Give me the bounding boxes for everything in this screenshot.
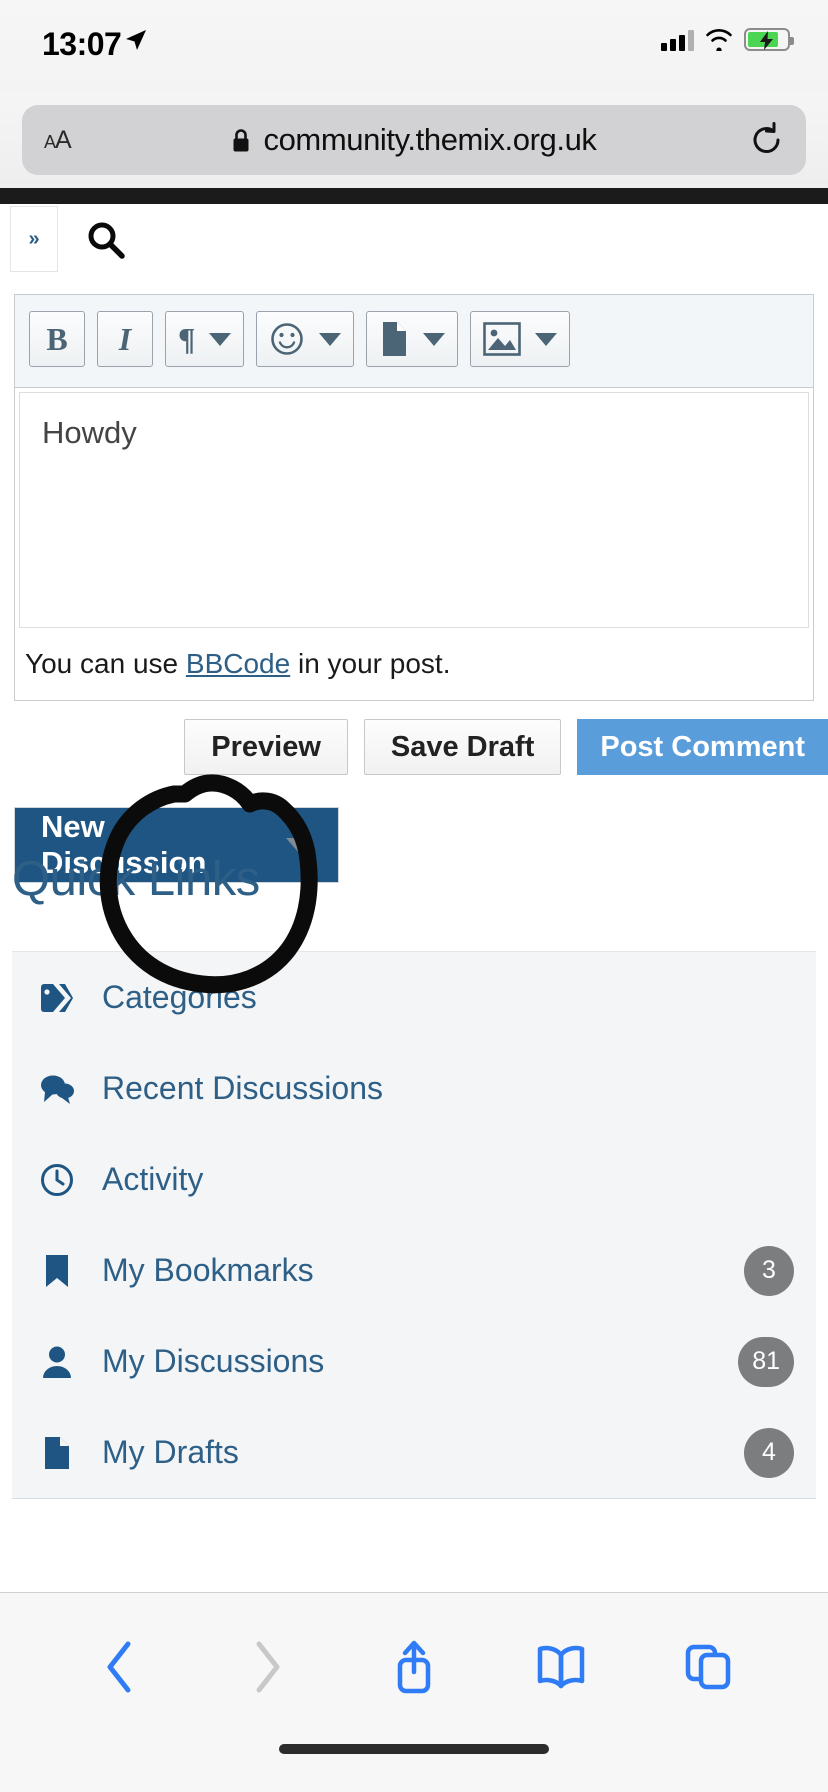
- status-badge: 81: [738, 1336, 794, 1387]
- web-page-content: » B I ¶ Howdy You can use BBCode in your…: [0, 204, 828, 1592]
- comments-icon: [38, 1073, 76, 1105]
- phone-screen: 13:07 AA community.themix.org.uk » B I ¶…: [0, 0, 828, 1792]
- bold-button[interactable]: B: [29, 311, 85, 367]
- image-icon: [483, 322, 522, 356]
- bbcode-link[interactable]: BBCode: [186, 648, 290, 679]
- pilcrow-icon: ¶: [178, 320, 196, 357]
- share-icon: [397, 1640, 431, 1693]
- paragraph-format-button[interactable]: ¶: [165, 311, 245, 367]
- bookmarks-button[interactable]: [488, 1645, 635, 1689]
- bbcode-hint-suffix: in your post.: [290, 648, 451, 679]
- editor-toolbar: B I ¶: [15, 295, 813, 388]
- document-icon: [38, 1436, 76, 1470]
- sidebar-item-my-bookmarks[interactable]: My Bookmarks 3: [12, 1225, 816, 1316]
- cellular-signal-icon: [661, 29, 694, 51]
- search-button[interactable]: [84, 218, 128, 262]
- status-indicators: [661, 28, 794, 51]
- status-badge: 3: [744, 1245, 794, 1296]
- emoji-button[interactable]: [256, 311, 355, 367]
- insert-image-button[interactable]: [470, 311, 571, 367]
- url-text: community.themix.org.uk: [263, 122, 597, 157]
- sidebar-item-activity[interactable]: Activity: [12, 1134, 816, 1225]
- back-button[interactable]: [46, 1639, 193, 1695]
- share-button[interactable]: [340, 1638, 487, 1696]
- bbcode-hint-prefix: You can use: [25, 648, 186, 679]
- sidebar-item-label: My Drafts: [102, 1434, 239, 1470]
- forward-chevron-icon: [256, 1641, 280, 1692]
- preview-button[interactable]: Preview: [184, 719, 348, 775]
- wifi-icon: [706, 29, 732, 51]
- site-navigation-bar: »: [0, 204, 828, 276]
- file-icon: [383, 322, 407, 356]
- safari-bottom-toolbar: [0, 1592, 828, 1740]
- home-indicator-area: [0, 1740, 828, 1792]
- chevron-down-icon: [209, 332, 232, 346]
- post-comment-button[interactable]: Post Comment: [577, 719, 828, 775]
- sidebar-item-label: My Discussions: [102, 1343, 325, 1379]
- text-size-button[interactable]: AA: [44, 126, 72, 155]
- ios-status-bar: 13:07: [0, 0, 828, 92]
- sidebar-item-label: Activity: [102, 1161, 204, 1197]
- bookmark-icon: [38, 1254, 76, 1288]
- italic-button[interactable]: I: [97, 311, 153, 367]
- url-display: community.themix.org.uk: [22, 122, 806, 158]
- status-time: 13:07: [42, 26, 122, 62]
- italic-glyph: I: [118, 320, 132, 357]
- safari-url-bar-container: AA community.themix.org.uk: [0, 92, 828, 188]
- chevron-down-icon: [286, 837, 312, 853]
- forward-button[interactable]: [193, 1639, 340, 1695]
- lock-icon: [233, 128, 249, 151]
- sidebar-item-my-discussions[interactable]: My Discussions 81: [12, 1316, 816, 1407]
- book-icon: [537, 1645, 585, 1688]
- comment-editor: B I ¶ Howdy You can use BBCode in your p…: [14, 294, 814, 701]
- clock-icon: [38, 1163, 76, 1197]
- editor-action-buttons: Preview Save Draft Post Comment: [0, 719, 828, 775]
- back-chevron-icon: [107, 1641, 131, 1692]
- user-icon: [38, 1345, 76, 1379]
- nav-expand-button[interactable]: »: [10, 206, 58, 272]
- bold-glyph: B: [46, 320, 68, 357]
- smiley-icon: [271, 323, 304, 355]
- battery-charging-icon: [744, 28, 794, 51]
- home-indicator: [279, 1744, 549, 1754]
- comment-text: Howdy: [42, 415, 137, 450]
- sidebar-item-label: Categories: [102, 979, 257, 1015]
- sidebar-item-my-drafts[interactable]: My Drafts 4: [12, 1407, 816, 1498]
- page-top-strip: [0, 188, 828, 204]
- chevron-down-icon: [423, 332, 446, 346]
- bbcode-hint: You can use BBCode in your post.: [15, 628, 813, 700]
- tabs-button[interactable]: [635, 1643, 782, 1691]
- quick-links-title: Quick Links: [12, 852, 260, 906]
- sidebar-item-label: Recent Discussions: [102, 1070, 383, 1106]
- sidebar-item-recent-discussions[interactable]: Recent Discussions: [12, 1043, 816, 1134]
- search-icon: [88, 222, 125, 259]
- sidebar-item-categories[interactable]: Categories: [12, 952, 816, 1043]
- chevron-down-icon: [535, 332, 558, 346]
- sidebar-item-label: My Bookmarks: [102, 1252, 314, 1288]
- tabs-icon: [686, 1644, 731, 1689]
- status-badge: 4: [744, 1427, 794, 1478]
- tag-icon: [38, 983, 76, 1013]
- address-bar[interactable]: AA community.themix.org.uk: [22, 105, 806, 175]
- comment-textarea[interactable]: Howdy: [19, 392, 809, 628]
- chevron-down-icon: [319, 332, 342, 346]
- reload-icon[interactable]: [750, 121, 784, 159]
- quick-links-panel: Categories Recent Discussions Activity M…: [12, 951, 816, 1499]
- location-arrow-icon: [126, 30, 146, 50]
- attach-file-button[interactable]: [366, 311, 459, 367]
- save-draft-button[interactable]: Save Draft: [363, 719, 562, 775]
